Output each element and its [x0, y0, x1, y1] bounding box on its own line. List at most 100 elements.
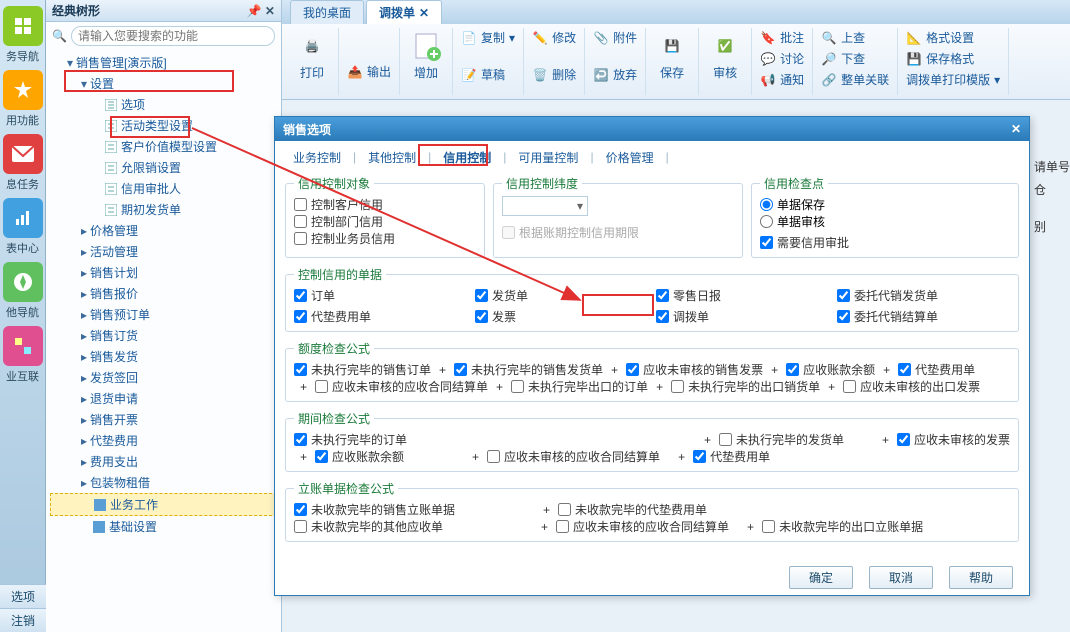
tree-root[interactable]: ▾销售管理[演示版] [50, 52, 277, 73]
main-tabs: 我的桌面 调拨单✕ [282, 0, 1070, 24]
chk-dept[interactable]: 控制部门信用 [294, 213, 476, 230]
cancel-button[interactable]: 取消 [869, 566, 933, 589]
side-label: 业互联 [0, 368, 45, 384]
chk-bill[interactable]: 发票 [475, 308, 648, 325]
audit-button[interactable]: ✅审核 [705, 28, 745, 83]
dlg-tab-4[interactable]: 价格管理 [596, 146, 664, 169]
tree-module[interactable]: ▸销售订货 [50, 325, 277, 346]
tree-module[interactable]: ▸活动管理 [50, 241, 277, 262]
discuss-button[interactable]: 💬讨论 [758, 49, 806, 68]
chk-bill[interactable]: 代垫费用单 [294, 308, 467, 325]
tab-allocation[interactable]: 调拨单✕ [366, 0, 442, 24]
up-button[interactable]: 🔍上查 [819, 28, 891, 47]
close-icon[interactable]: ✕ [1011, 122, 1021, 136]
ok-button[interactable]: 确定 [789, 566, 853, 589]
tree-module[interactable]: ▸代垫费用 [50, 430, 277, 451]
fs-control-dim: 信用控制纬度 ▾ 根据账期控制信用期限 [493, 175, 743, 258]
tree-settings[interactable]: ▾设置 [50, 73, 277, 94]
fs-checkpoint: 信用检查点 单据保存 单据审核 需要信用审批 [751, 175, 1019, 258]
format-button[interactable]: 📐格式设置 [904, 28, 1002, 47]
output-button[interactable]: 📤输出 [345, 62, 393, 81]
fs-quota: 额度检查公式 未执行完毕的销售订单+ 未执行完毕的销售发货单+ 应收未审核的销售… [285, 340, 1019, 402]
nav-icon[interactable] [3, 6, 43, 46]
save-button[interactable]: 💾保存 [652, 28, 692, 83]
link-icon[interactable] [3, 326, 43, 366]
tree-leaf[interactable]: 信用审批人 [50, 178, 277, 199]
down-button[interactable]: 🔎下查 [819, 49, 891, 68]
fs-control-object: 信用控制对象 控制客户信用 控制部门信用 控制业务员信用 [285, 175, 485, 258]
chk-bill[interactable]: 委托代销发货单 [837, 287, 1010, 304]
chk-salesman[interactable]: 控制业务员信用 [294, 230, 476, 247]
tree-leaf[interactable]: 期初发货单 [50, 199, 277, 220]
chk-bill[interactable]: 发货单 [475, 287, 648, 304]
tree[interactable]: ▾销售管理[演示版] ▾设置 选项 活动类型设置客户价值模型设置允限销设置信用审… [46, 50, 281, 610]
save-format-button[interactable]: 💾保存格式 [904, 49, 1002, 68]
attach-button[interactable]: 📎附件 [591, 28, 639, 47]
dim-combo[interactable]: ▾ [502, 196, 588, 216]
report-icon[interactable] [3, 198, 43, 238]
tree-module[interactable]: ▸销售发货 [50, 346, 277, 367]
side-label: 他导航 [0, 304, 45, 320]
compass-icon[interactable] [3, 262, 43, 302]
chk-need-approve[interactable]: 需要信用审批 [760, 234, 1010, 251]
sales-options-dialog: 销售选项 ✕ 业务控制| 其他控制| 信用控制| 可用量控制| 价格管理| 信用… [274, 116, 1030, 580]
fs-period: 期间检查公式 未执行完毕的订单 + 未执行完毕的发货单 + 应收未审核的发票 +… [285, 410, 1019, 472]
radio-save[interactable]: 单据保存 [760, 196, 1010, 213]
copy-button[interactable]: 📄复制 ▾ [459, 28, 517, 47]
bottom-tab-logout[interactable]: 注销 [0, 608, 46, 632]
ribbon: 🖨️打印 📤输出 增加 📄复制 ▾ 📝草稿 ✏️修改 🗑️删除 📎附件 ↩️放弃… [282, 24, 1070, 100]
draft-button[interactable]: 📝草稿 [459, 65, 517, 84]
tree-module[interactable]: ▸价格管理 [50, 220, 277, 241]
dlg-tab-2[interactable]: 信用控制 [433, 146, 501, 169]
add-button[interactable]: 增加 [406, 28, 446, 83]
tree-module[interactable]: ▸退货申请 [50, 388, 277, 409]
pin-icon[interactable]: 📌 ✕ [247, 4, 275, 18]
tree-leaf[interactable]: 客户价值模型设置 [50, 136, 277, 157]
modify-button[interactable]: ✏️修改 [530, 28, 578, 47]
dlg-tab-1[interactable]: 其他控制 [358, 146, 426, 169]
dlg-tab-3[interactable]: 可用量控制 [508, 146, 588, 169]
tree-module[interactable]: ▸销售计划 [50, 262, 277, 283]
dialog-title: 销售选项 [283, 121, 331, 138]
tree-module[interactable]: ▸费用支出 [50, 451, 277, 472]
tree-leaf[interactable]: 活动类型设置 [50, 115, 277, 136]
chk-bill[interactable]: 零售日报 [656, 287, 829, 304]
side-label: 用功能 [0, 112, 45, 128]
tpl-button[interactable]: 调拨单打印模版 ▾ [904, 70, 1002, 89]
radio-audit[interactable]: 单据审核 [760, 213, 1010, 230]
chk-bill-allocation[interactable]: 调拨单 [656, 308, 829, 325]
fs-bills: 控制信用的单据 订单 发货单 零售日报 委托代销发货单 代垫费用单 发票 调拨单… [285, 266, 1019, 332]
release-button[interactable]: ↩️放弃 [591, 65, 639, 84]
tree-basic-settings[interactable]: 基础设置 [50, 516, 277, 537]
print-button[interactable]: 🖨️打印 [292, 28, 332, 83]
tree-options[interactable]: 选项 [50, 94, 277, 115]
tree-biz-work[interactable]: 业务工作 [50, 493, 277, 516]
side-label: 务导航 [0, 48, 45, 64]
chk-bill[interactable]: 委托代销结算单 [837, 308, 1010, 325]
chk-period-hint: 根据账期控制信用期限 [502, 224, 734, 241]
chk-cust[interactable]: 控制客户信用 [294, 196, 476, 213]
tab-desktop[interactable]: 我的桌面 [290, 0, 364, 24]
tree-module[interactable]: ▸销售开票 [50, 409, 277, 430]
tree-module[interactable]: ▸销售预订单 [50, 304, 277, 325]
dialog-titlebar[interactable]: 销售选项 ✕ [275, 117, 1029, 141]
tree-module[interactable]: ▸包装物租借 [50, 472, 277, 493]
tree-module[interactable]: ▸销售报价 [50, 283, 277, 304]
tree-module[interactable]: ▸发货签回 [50, 367, 277, 388]
side-label: 息任务 [0, 176, 45, 192]
help-button[interactable]: 帮助 [949, 566, 1013, 589]
tree-leaf[interactable]: 允限销设置 [50, 157, 277, 178]
orderrel-button[interactable]: 🔗整单关联 [819, 70, 891, 89]
notify-button[interactable]: 📢通知 [758, 70, 806, 89]
tree-header: 经典树形 📌 ✕ [46, 0, 281, 22]
close-icon[interactable]: ✕ [419, 6, 429, 20]
delete-button[interactable]: 🗑️删除 [530, 65, 578, 84]
chk-bill[interactable]: 订单 [294, 287, 467, 304]
tree-search-input[interactable] [71, 26, 275, 46]
star-icon[interactable] [3, 70, 43, 110]
mail-icon[interactable] [3, 134, 43, 174]
dlg-tab-0[interactable]: 业务控制 [283, 146, 351, 169]
bottom-tab-options[interactable]: 选项 [0, 584, 46, 608]
batch-button[interactable]: 🔖批注 [758, 28, 806, 47]
dialog-tabs: 业务控制| 其他控制| 信用控制| 可用量控制| 价格管理| [275, 141, 1029, 169]
